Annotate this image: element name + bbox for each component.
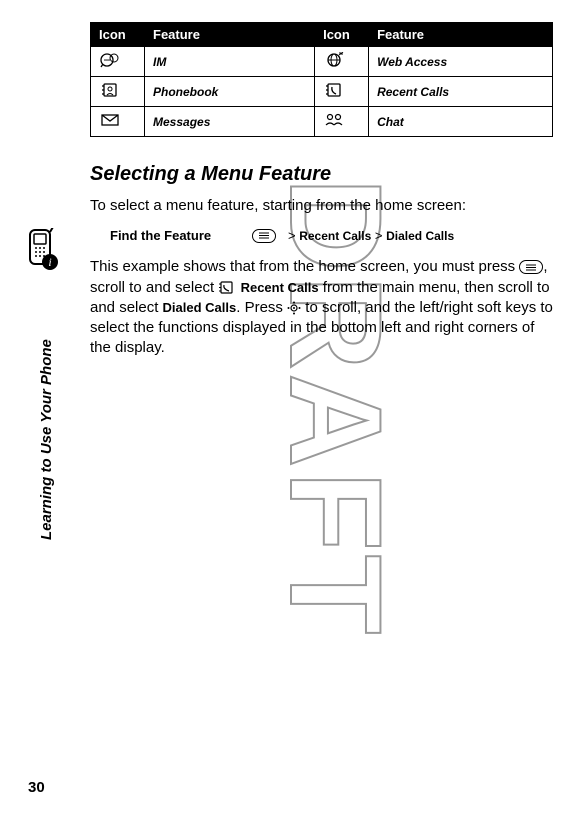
gt-1: > [288,228,296,243]
find-feature-row: Find the Feature > Recent Calls > Dialed… [110,228,553,243]
th-feature-2: Feature [369,23,553,47]
feature-table: Icon Feature Icon Feature IM Web Access … [90,22,553,137]
menu-key-icon [252,229,276,243]
nav-key-icon [287,301,301,315]
cell-phonebook: Phonebook [145,77,315,107]
cell-web: Web Access [369,47,553,77]
phonebook-icon [99,82,121,98]
th-feature-1: Feature [145,23,315,47]
cell-chat: Chat [369,107,553,137]
crumb-recent: Recent Calls [299,229,371,243]
gt-2: > [375,228,383,243]
messages-icon [99,112,121,128]
recent-calls-inline-icon [218,281,236,295]
th-icon-1: Icon [91,23,145,47]
chat-icon [323,112,345,128]
cell-recent: Recent Calls [369,77,553,107]
web-access-icon [323,52,345,68]
body-paragraph: This example shows that from the home sc… [90,257,553,358]
section-heading: Selecting a Menu Feature [90,163,553,186]
menu-key-icon-inline [519,260,543,274]
th-icon-2: Icon [315,23,369,47]
crumb-dialed: Dialed Calls [386,229,454,243]
cell-messages: Messages [145,107,315,137]
table-row: Messages Chat [91,107,553,137]
find-label: Find the Feature [110,228,240,243]
recent-calls-icon [323,82,345,98]
table-row: Phonebook Recent Calls [91,77,553,107]
table-row: IM Web Access [91,47,553,77]
im-icon [99,52,121,68]
cell-im: IM [145,47,315,77]
intro-text: To select a menu feature, starting from … [90,196,553,216]
